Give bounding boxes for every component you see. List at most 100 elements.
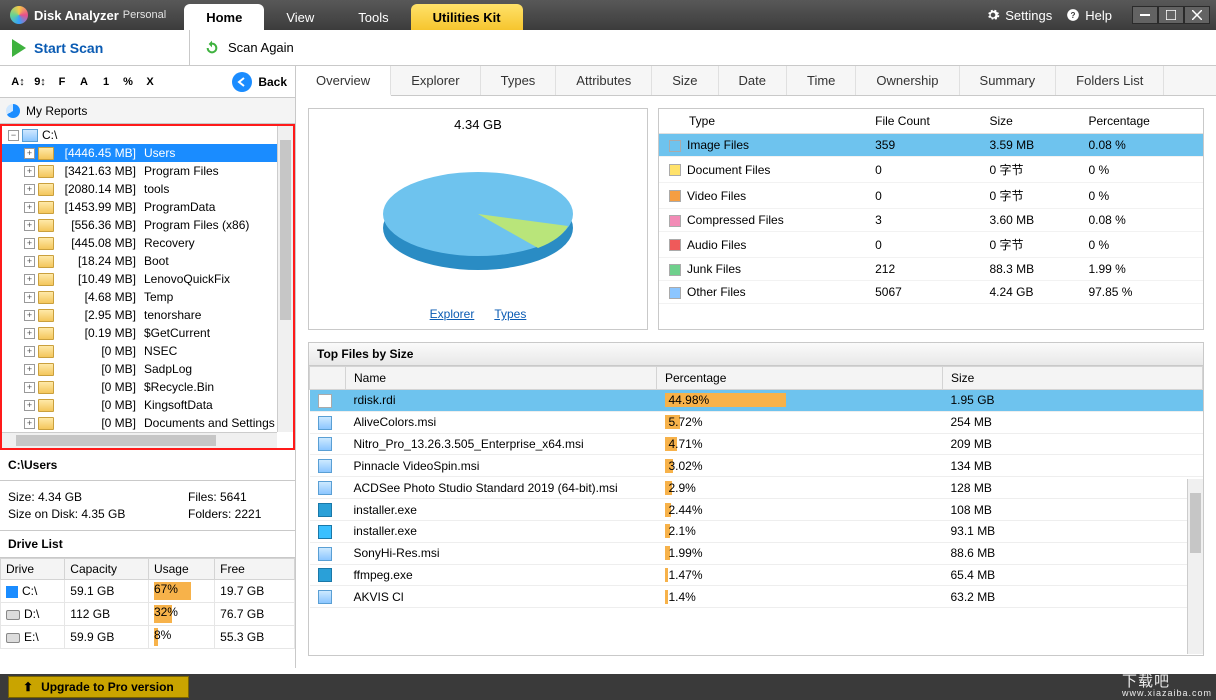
tree-item[interactable]: +[4446.45 MB]Users [2, 144, 293, 162]
topfile-row[interactable]: rdisk.rdi44.98%1.95 GB [310, 390, 1203, 412]
expand-icon[interactable]: + [24, 184, 35, 195]
tree-item[interactable]: +[2080.14 MB]tools [2, 180, 293, 198]
subtab-overview[interactable]: Overview [296, 66, 391, 96]
expand-icon[interactable]: + [24, 292, 35, 303]
sort-button-4[interactable]: 1 [96, 72, 116, 92]
tab-utilities-kit[interactable]: Utilities Kit [411, 4, 523, 30]
subtab-date[interactable]: Date [719, 66, 787, 95]
topfiles-header[interactable]: Size [943, 367, 1203, 390]
expand-icon[interactable]: − [8, 130, 19, 141]
tree-item[interactable]: +[556.36 MB]Program Files (x86) [2, 216, 293, 234]
tab-home[interactable]: Home [184, 4, 264, 30]
scan-again-button[interactable]: Scan Again [204, 40, 294, 56]
expand-icon[interactable]: + [24, 256, 35, 267]
drive-header[interactable]: Drive [1, 559, 65, 580]
expand-icon[interactable]: + [24, 400, 35, 411]
topfile-row[interactable]: Pinnacle VideoSpin.msi3.02%134 MB [310, 455, 1203, 477]
type-header[interactable]: Size [979, 109, 1078, 134]
subtab-attributes[interactable]: Attributes [556, 66, 652, 95]
tree-h-scrollbar[interactable] [2, 432, 277, 448]
sort-button-0[interactable]: A↕ [8, 72, 28, 92]
tab-tools[interactable]: Tools [336, 4, 410, 30]
sort-button-5[interactable]: % [118, 72, 138, 92]
drive-row[interactable]: C:\59.1 GB67%19.7 GB [1, 580, 295, 603]
tree-v-scrollbar[interactable] [277, 126, 293, 432]
start-scan-button[interactable]: Start Scan [0, 30, 190, 66]
expand-icon[interactable]: + [24, 274, 35, 285]
type-header[interactable]: File Count [865, 109, 979, 134]
type-row[interactable]: Audio Files00 字节0 % [659, 232, 1203, 258]
sort-button-2[interactable]: F [52, 72, 72, 92]
tree-item[interactable]: +[0 MB]$Recycle.Bin [2, 378, 293, 396]
tree-root[interactable]: −C:\ [2, 126, 293, 144]
expand-icon[interactable]: + [24, 238, 35, 249]
expand-icon[interactable]: + [24, 328, 35, 339]
type-header[interactable]: Percentage [1078, 109, 1203, 134]
subtab-types[interactable]: Types [481, 66, 557, 95]
topfile-row[interactable]: installer.exe2.1%93.1 MB [310, 520, 1203, 542]
subtab-time[interactable]: Time [787, 66, 856, 95]
topfile-row[interactable]: SonyHi-Res.msi1.99%88.6 MB [310, 542, 1203, 564]
subtab-size[interactable]: Size [652, 66, 718, 95]
type-row[interactable]: Video Files00 字节0 % [659, 183, 1203, 209]
topfiles-header[interactable]: Percentage [657, 367, 943, 390]
drive-header[interactable]: Free [215, 559, 295, 580]
minimize-button[interactable] [1132, 6, 1158, 24]
tree-item[interactable]: +[0 MB]KingsoftData [2, 396, 293, 414]
type-header[interactable]: Type [659, 109, 865, 134]
expand-icon[interactable]: + [24, 418, 35, 429]
sort-button-3[interactable]: A [74, 72, 94, 92]
tree-item[interactable]: +[4.68 MB]Temp [2, 288, 293, 306]
tree-item[interactable]: +[0 MB]SadpLog [2, 360, 293, 378]
topfile-row[interactable]: AliveColors.msi5.72%254 MB [310, 411, 1203, 433]
top-files-scrollbar[interactable] [1187, 479, 1203, 654]
expand-icon[interactable]: + [24, 382, 35, 393]
topfile-row[interactable]: installer.exe2.44%108 MB [310, 499, 1203, 521]
tree-item[interactable]: +[10.49 MB]LenovoQuickFix [2, 270, 293, 288]
tree-item[interactable]: +[1453.99 MB]ProgramData [2, 198, 293, 216]
subtab-explorer[interactable]: Explorer [391, 66, 480, 95]
drive-header[interactable]: Capacity [65, 559, 149, 580]
topfiles-header[interactable]: Name [346, 367, 657, 390]
sort-button-6[interactable]: X [140, 72, 160, 92]
subtab-ownership[interactable]: Ownership [856, 66, 959, 95]
expand-icon[interactable]: + [24, 148, 35, 159]
subtab-summary[interactable]: Summary [960, 66, 1057, 95]
expand-icon[interactable]: + [24, 202, 35, 213]
back-button[interactable]: Back [232, 72, 287, 92]
pie-link-types[interactable]: Types [494, 307, 526, 321]
topfile-row[interactable]: ffmpeg.exe1.47%65.4 MB [310, 564, 1203, 586]
tree-item[interactable]: +[2.95 MB]tenorshare [2, 306, 293, 324]
expand-icon[interactable]: + [24, 220, 35, 231]
topfile-row[interactable]: Nitro_Pro_13.26.3.505_Enterprise_x64.msi… [310, 433, 1203, 455]
pie-link-explorer[interactable]: Explorer [430, 307, 475, 321]
settings-button[interactable]: Settings [986, 8, 1052, 23]
sort-button-1[interactable]: 9↕ [30, 72, 50, 92]
topfile-row[interactable]: ACDSee Photo Studio Standard 2019 (64-bi… [310, 477, 1203, 499]
maximize-button[interactable] [1158, 6, 1184, 24]
expand-icon[interactable]: + [24, 364, 35, 375]
drive-row[interactable]: D:\112 GB32%76.7 GB [1, 603, 295, 626]
tree-item[interactable]: +[445.08 MB]Recovery [2, 234, 293, 252]
upgrade-button[interactable]: ⬆ Upgrade to Pro version [8, 676, 189, 698]
expand-icon[interactable]: + [24, 346, 35, 357]
type-row[interactable]: Document Files00 字节0 % [659, 157, 1203, 183]
drive-row[interactable]: E:\59.9 GB8%55.3 GB [1, 626, 295, 649]
tree-item[interactable]: +[18.24 MB]Boot [2, 252, 293, 270]
type-row[interactable]: Compressed Files33.60 MB0.08 % [659, 209, 1203, 232]
tree-item[interactable]: +[0 MB]NSEC [2, 342, 293, 360]
type-row[interactable]: Junk Files21288.3 MB1.99 % [659, 258, 1203, 281]
drive-header[interactable]: Usage [148, 559, 214, 580]
tab-view[interactable]: View [264, 4, 336, 30]
tree-item[interactable]: +[0 MB]Documents and Settings [2, 414, 293, 432]
topfile-row[interactable]: AKVIS Cl1.4%63.2 MB [310, 586, 1203, 608]
type-row[interactable]: Image Files3593.59 MB0.08 % [659, 134, 1203, 157]
tree-item[interactable]: +[3421.63 MB]Program Files [2, 162, 293, 180]
tree-item[interactable]: +[0.19 MB]$GetCurrent [2, 324, 293, 342]
type-row[interactable]: Other Files50674.24 GB97.85 % [659, 281, 1203, 304]
help-button[interactable]: ? Help [1066, 8, 1112, 23]
expand-icon[interactable]: + [24, 166, 35, 177]
subtab-folders-list[interactable]: Folders List [1056, 66, 1164, 95]
my-reports-header[interactable]: My Reports [0, 98, 295, 124]
expand-icon[interactable]: + [24, 310, 35, 321]
